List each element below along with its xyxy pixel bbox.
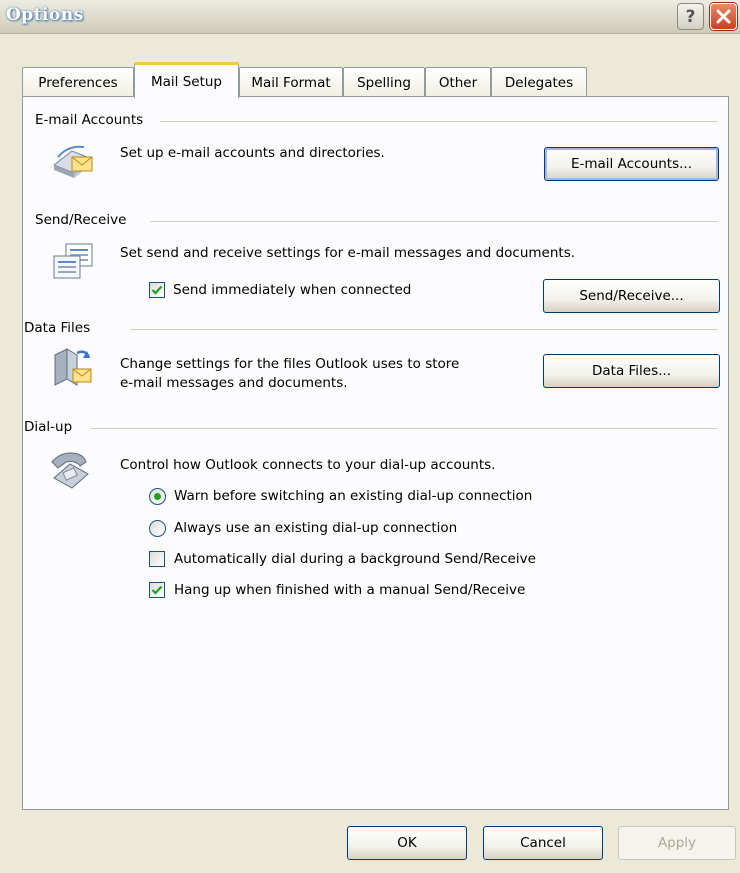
- warn-before-switching-radio[interactable]: [149, 488, 166, 505]
- email-accounts-button[interactable]: E-mail Accounts...: [544, 147, 719, 181]
- tab-mail-setup[interactable]: Mail Setup: [134, 62, 239, 98]
- divider: [150, 221, 718, 222]
- divider: [130, 329, 718, 330]
- automatically-dial-checkbox[interactable]: [149, 551, 165, 567]
- question-icon: ?: [685, 6, 696, 27]
- tab-preferences[interactable]: Preferences: [22, 67, 134, 97]
- always-use-existing-radio[interactable]: [149, 520, 166, 537]
- checkmark-icon: [151, 285, 163, 295]
- data-files-description-line2: e-mail messages and documents.: [120, 375, 348, 391]
- send-receive-heading: Send/Receive: [35, 212, 131, 228]
- radio-selected-dot: [154, 493, 161, 500]
- send-immediately-checkbox[interactable]: [149, 282, 165, 298]
- data-files-heading: Data Files: [24, 320, 95, 336]
- divider: [160, 121, 718, 122]
- warn-before-switching-label: Warn before switching an existing dial-u…: [174, 488, 533, 504]
- email-accounts-description: Set up e-mail accounts and directories.: [120, 145, 385, 161]
- email-accounts-heading: E-mail Accounts: [35, 112, 148, 128]
- send-immediately-label: Send immediately when connected: [173, 282, 412, 298]
- automatically-dial-label: Automatically dial during a background S…: [174, 551, 536, 567]
- cancel-button[interactable]: Cancel: [483, 826, 603, 860]
- close-icon: [716, 9, 731, 24]
- data-files-description-line1: Change settings for the files Outlook us…: [120, 356, 460, 372]
- dialup-description: Control how Outlook connects to your dia…: [120, 457, 496, 473]
- send-receive-button[interactable]: Send/Receive...: [543, 279, 720, 313]
- checkmark-icon: [151, 585, 163, 595]
- hang-up-checkbox[interactable]: [149, 582, 165, 598]
- hang-up-label: Hang up when finished with a manual Send…: [174, 582, 526, 598]
- tab-other[interactable]: Other: [425, 67, 491, 97]
- apply-button[interactable]: Apply: [618, 826, 736, 860]
- divider: [90, 428, 718, 429]
- close-button[interactable]: [710, 3, 737, 30]
- email-accounts-icon: [53, 145, 93, 178]
- telephone-icon: [51, 452, 89, 489]
- window-title: Options: [6, 5, 84, 25]
- ok-button[interactable]: OK: [347, 826, 467, 860]
- title-bar: Options ?: [0, 0, 740, 34]
- tab-panel: [22, 96, 729, 810]
- data-files-icon: [54, 348, 92, 386]
- always-use-existing-label: Always use an existing dial-up connectio…: [174, 520, 458, 536]
- tab-spelling[interactable]: Spelling: [343, 67, 425, 97]
- tab-mail-format[interactable]: Mail Format: [239, 67, 343, 97]
- send-receive-description: Set send and receive settings for e-mail…: [120, 245, 576, 261]
- data-files-button[interactable]: Data Files...: [543, 354, 720, 388]
- send-receive-icon: [53, 243, 93, 279]
- tab-delegates[interactable]: Delegates: [491, 67, 587, 97]
- help-button[interactable]: ?: [677, 3, 704, 30]
- dialup-heading: Dial-up: [24, 419, 77, 435]
